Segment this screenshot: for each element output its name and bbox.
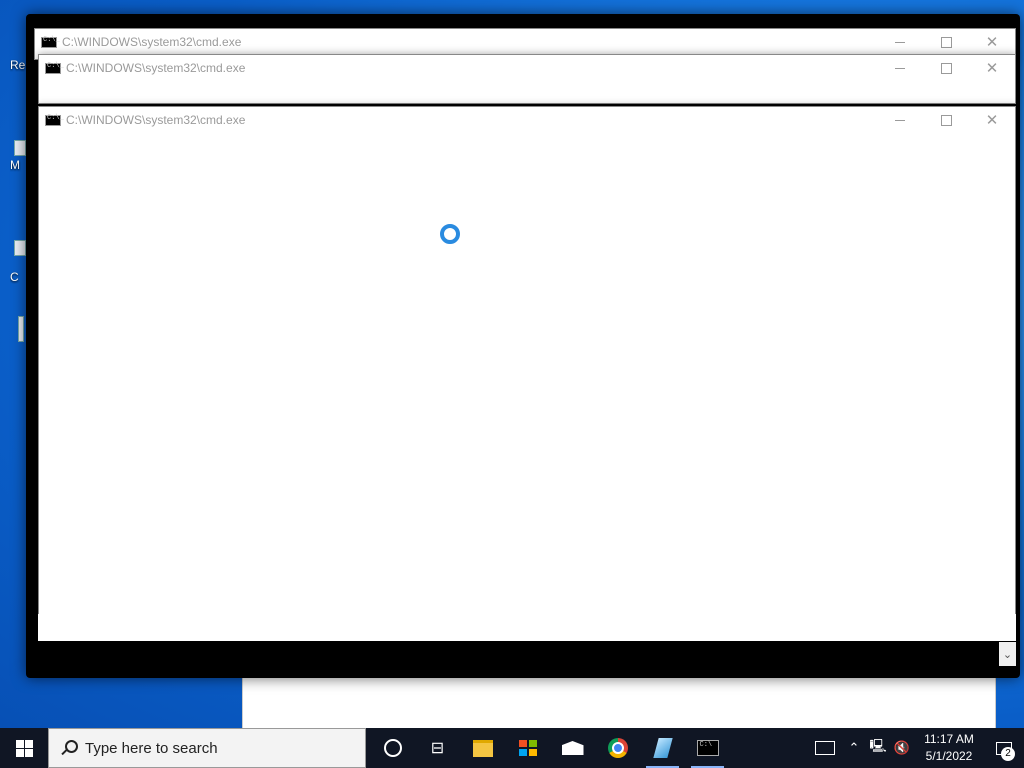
background-window[interactable] [242,670,996,728]
search-placeholder: Type here to search [85,739,218,757]
cmd-window-front[interactable]: C:\WINDOWS\system32\cmd.exe ✕ [38,106,1016,615]
minimize-icon [895,119,905,121]
close-icon: ✕ [985,34,999,51]
start-button[interactable] [0,728,48,768]
show-hidden-icons-button[interactable]: ⌃ [842,728,866,768]
notification-count-badge: 2 [1001,747,1015,761]
clock-time: 11:17 AM [924,732,974,746]
scroll-down-button[interactable]: ⌄ [999,642,1016,666]
task-view-button[interactable]: ⊟ [415,728,460,768]
system-tray: ⌃ 🖳 🔇 11:17 AM 5/1/2022 2 [808,728,1024,768]
cortana-icon [383,739,402,757]
taskbar-search-box[interactable]: Type here to search [48,728,366,768]
minimize-button[interactable] [877,29,923,55]
clock-date: 5/1/2022 [925,749,973,763]
close-button[interactable]: ✕ [969,55,1015,81]
news-button[interactable] [808,728,842,768]
microsoft-store-button[interactable] [505,728,550,768]
volume-button[interactable]: 🔇 [890,728,914,768]
minimize-button[interactable] [877,55,923,81]
windows-logo-icon [15,739,33,757]
maximize-button[interactable] [923,29,969,55]
close-button[interactable]: ✕ [969,29,1015,55]
maximize-icon [940,36,952,48]
cmd-icon [41,36,60,48]
maximize-icon [940,62,952,74]
command-prompt-icon: C:\ [696,740,719,756]
news-icon [815,741,835,755]
network-button[interactable]: 🖳 [866,728,890,768]
cortana-button[interactable] [370,728,415,768]
close-icon: ✕ [985,60,999,77]
cmd-icon [45,62,64,74]
close-icon: ✕ [985,112,999,129]
mail-icon [561,741,584,755]
window-content-area [38,614,1016,641]
cmd-window-middle[interactable]: C:\WINDOWS\system32\cmd.exe ✕ [38,54,1016,104]
window-title: C:\WINDOWS\system32\cmd.exe [66,113,246,127]
maximize-button[interactable] [923,107,969,133]
volume-muted-icon: 🔇 [893,740,911,755]
desktop-shortcut-icon[interactable] [18,316,24,342]
notepad-icon [652,738,673,758]
desktop-shortcut-icon[interactable] [14,240,26,256]
taskbar: Type here to search ⊟ C:\ ⌃ 🖳 🔇 11:17 AM… [0,728,1024,768]
network-icon: 🖳 [869,738,887,753]
maximize-button[interactable] [923,55,969,81]
notepad-button[interactable] [640,728,685,768]
action-center-button[interactable]: 2 [984,728,1024,768]
clock[interactable]: 11:17 AM 5/1/2022 [914,731,984,765]
window-title: C:\WINDOWS\system32\cmd.exe [62,35,242,49]
title-bar[interactable]: C:\WINDOWS\system32\cmd.exe ✕ [39,55,1015,81]
folder-icon [472,739,493,757]
maximize-icon [940,114,952,126]
search-icon [61,740,78,756]
command-prompt-button[interactable]: C:\ [685,728,730,768]
minimize-button[interactable] [877,107,923,133]
desktop-shortcut-icon[interactable] [14,140,26,156]
minimize-icon [895,41,905,43]
title-bar[interactable]: C:\WINDOWS\system32\cmd.exe ✕ [35,29,1015,55]
store-icon [518,740,537,756]
title-bar[interactable]: C:\WINDOWS\system32\cmd.exe ✕ [39,107,1015,133]
console-output-area[interactable] [38,641,1016,667]
task-view-icon: ⊟ [430,740,445,757]
file-explorer-button[interactable] [460,728,505,768]
window-title: C:\WINDOWS\system32\cmd.exe [66,61,246,75]
chevron-down-icon: ⌄ [1002,648,1013,661]
mail-button[interactable] [550,728,595,768]
close-button[interactable]: ✕ [969,107,1015,133]
minimize-icon [895,67,905,69]
cmd-icon [45,114,64,126]
chrome-button[interactable] [595,728,640,768]
chrome-icon [607,738,628,758]
loading-spinner-icon [440,224,460,244]
chevron-up-icon: ⌃ [848,740,860,755]
